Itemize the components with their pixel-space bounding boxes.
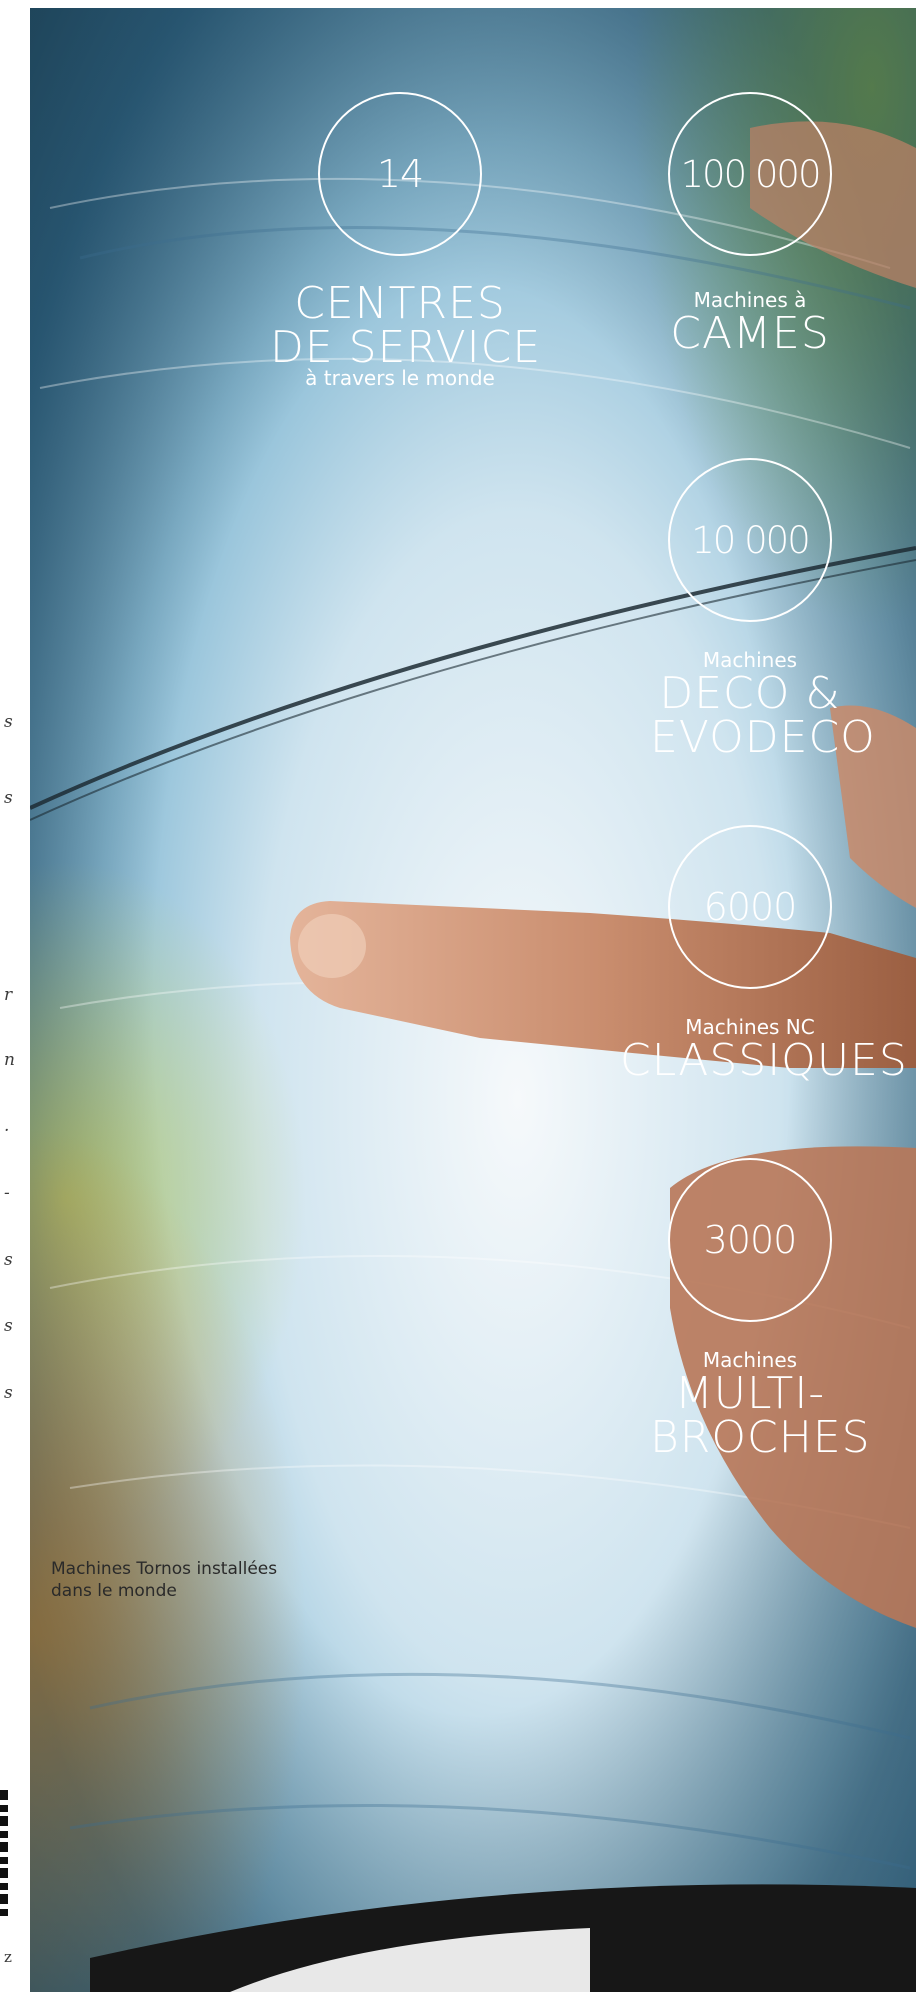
stat-circle: 100 000 xyxy=(668,92,832,256)
stat-number: 10 000 xyxy=(691,518,810,562)
globe-photo: 14 CENTRES DE SERVICE à travers le monde… xyxy=(30,8,916,1992)
photo-caption: Machines Tornos installées dans le monde xyxy=(51,1558,351,1602)
stat-label-line: MULTI- xyxy=(674,1368,826,1419)
stat-label-line: EVODECO xyxy=(650,712,876,763)
stat-circle: 3000 xyxy=(668,1158,832,1322)
stat-label-line: CENTRES xyxy=(294,278,506,329)
qr-code-fragment xyxy=(0,1790,8,1920)
stat-number: 6000 xyxy=(703,885,798,929)
caption-line: Machines Tornos installées xyxy=(51,1559,278,1579)
gutter-letter: - xyxy=(4,1183,10,1203)
stat-circle: 14 xyxy=(318,92,482,256)
gutter-letter: s xyxy=(4,1250,13,1270)
stat-label-line: CAMES xyxy=(670,308,830,359)
left-margin: s s r n . - s s s z xyxy=(0,0,30,1992)
gutter-letter: n xyxy=(4,1050,15,1070)
stat-sublabel: à travers le monde xyxy=(305,366,495,390)
stat-number: 3000 xyxy=(703,1218,798,1262)
gutter-letter: z xyxy=(4,1948,12,1966)
gutter-letter: . xyxy=(4,1116,10,1136)
stat-label-line: DECO & xyxy=(659,668,841,719)
stat-number: 14 xyxy=(376,152,424,196)
stat-circle: 10 000 xyxy=(668,458,832,622)
gutter-letter: s xyxy=(4,788,13,808)
stat-label-line: DE SERVICE xyxy=(270,322,542,373)
gutter-letter: s xyxy=(4,1316,13,1336)
gutter-letter: s xyxy=(4,1383,13,1403)
gutter-letter: r xyxy=(4,985,13,1005)
stat-circle: 6000 xyxy=(668,825,832,989)
caption-line: dans le monde xyxy=(51,1581,177,1601)
stat-label-line: CLASSIQUES xyxy=(620,1035,908,1086)
stat-label-line: BROCHES xyxy=(650,1412,871,1463)
stat-number: 100 000 xyxy=(680,152,821,196)
gutter-letter: s xyxy=(4,712,13,732)
